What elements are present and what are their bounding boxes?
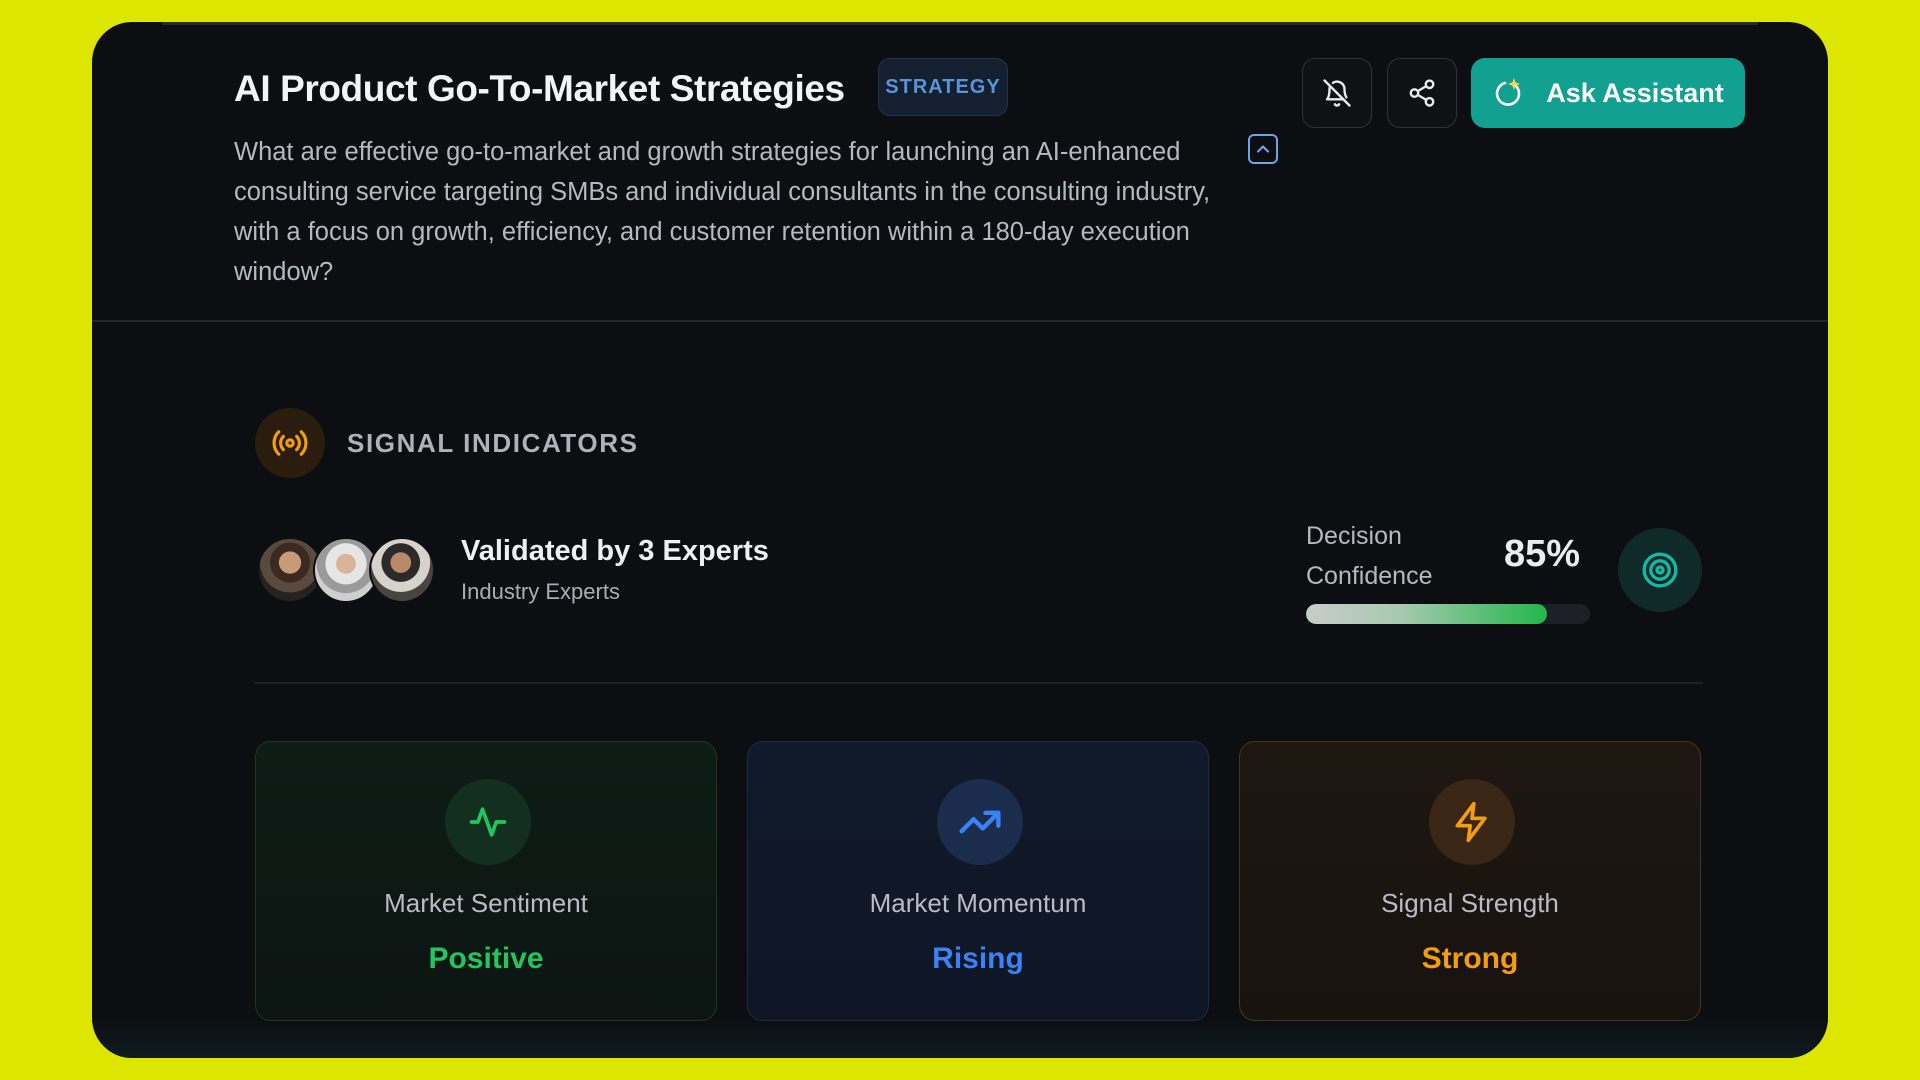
- confidence-progress-fill: [1306, 604, 1548, 624]
- expert-avatars: [257, 537, 437, 603]
- decision-confidence-label: Decision Confidence: [1306, 522, 1433, 590]
- metric-label: Signal Strength: [1381, 888, 1559, 918]
- metric-value: Rising: [932, 942, 1024, 975]
- broadcast-icon: [272, 430, 308, 456]
- market-momentum-card: Market Momentum Rising: [747, 741, 1209, 1021]
- ask-assistant-button[interactable]: Ask Assistant: [1471, 58, 1745, 128]
- metric-icon-badge: [937, 779, 1023, 865]
- strategy-card: AI Product Go-To-Market Strategies STRAT…: [92, 22, 1828, 1058]
- metric-label: Market Momentum: [869, 888, 1087, 918]
- question-description: What are effective go-to-market and grow…: [234, 138, 1211, 286]
- market-sentiment-card: Market Sentiment Positive: [255, 741, 717, 1021]
- trending-up-icon: [959, 810, 1001, 834]
- header: AI Product Go-To-Market Strategies STRAT…: [92, 22, 1828, 322]
- metric-label: Market Sentiment: [384, 888, 588, 918]
- confidence-progress-bar: [1306, 604, 1590, 624]
- experts-subtitle: Industry Experts: [461, 579, 620, 604]
- avatar[interactable]: [369, 537, 435, 603]
- chevron-up-icon: [1256, 145, 1270, 153]
- mute-notifications-button[interactable]: [1302, 58, 1372, 128]
- strategy-tag: STRATEGY: [878, 58, 1008, 116]
- metric-icon-badge: [445, 779, 531, 865]
- ask-assistant-label: Ask Assistant: [1546, 77, 1724, 108]
- share-button[interactable]: [1387, 58, 1457, 128]
- lightning-icon: [1455, 801, 1487, 843]
- signal-section-badge: [255, 408, 325, 478]
- metric-icon-badge: [1429, 779, 1515, 865]
- metric-value: Positive: [428, 942, 544, 975]
- signal-indicators-title: SIGNAL INDICATORS: [347, 428, 639, 458]
- metric-value: Strong: [1421, 942, 1519, 975]
- confidence-target-badge: [1618, 528, 1702, 612]
- validated-by-experts: Validated by 3 Experts: [461, 535, 769, 567]
- signal-strength-card: Signal Strength Strong: [1239, 741, 1701, 1021]
- collapse-button[interactable]: [1248, 134, 1278, 164]
- share-icon: [1409, 79, 1435, 107]
- activity-icon: [469, 807, 507, 837]
- section-divider: [255, 682, 1703, 684]
- bell-off-icon: [1323, 79, 1351, 107]
- target-icon: [1642, 552, 1678, 588]
- bottom-fade: [92, 1018, 1828, 1058]
- decision-confidence-value: 85%: [1504, 533, 1581, 575]
- sparkle-refresh-icon: [1495, 78, 1521, 106]
- page-title: AI Product Go-To-Market Strategies: [234, 68, 845, 109]
